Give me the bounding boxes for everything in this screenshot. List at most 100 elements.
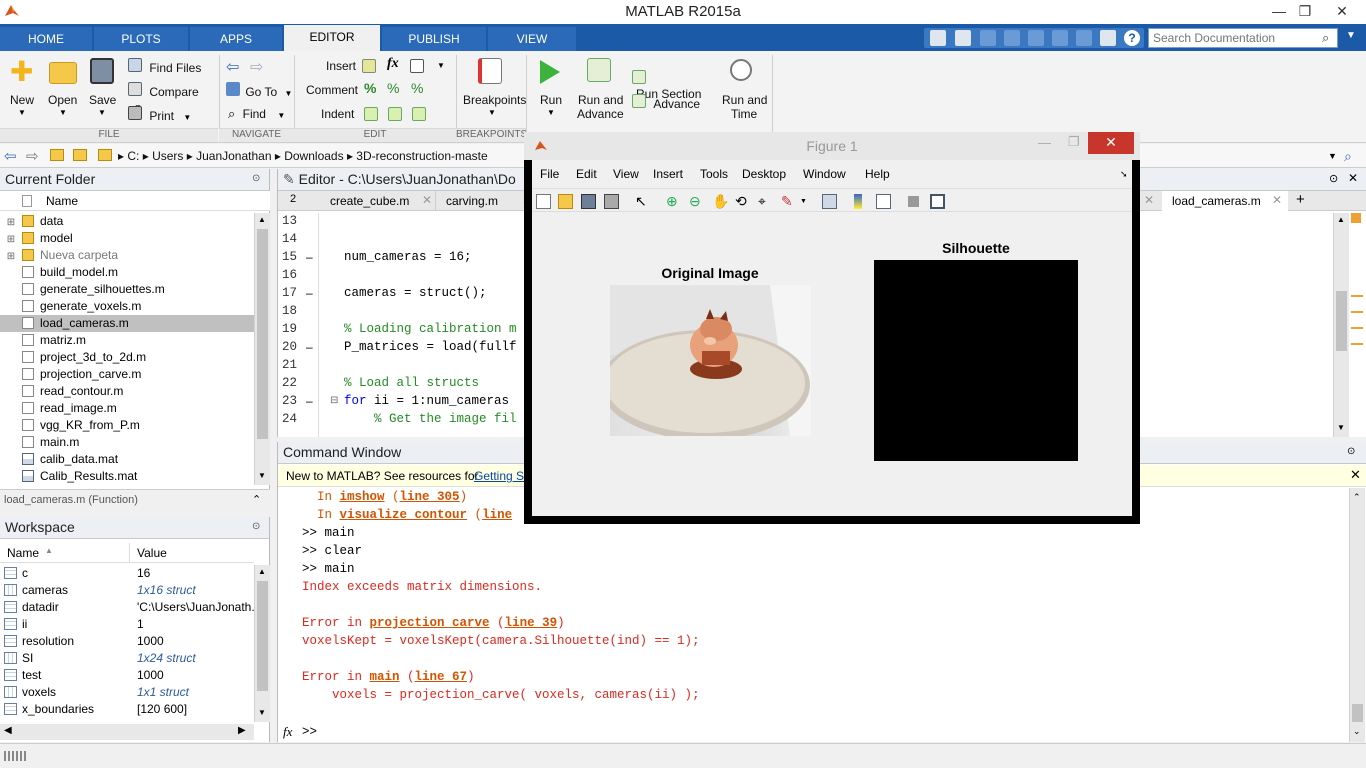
run-and-time-button[interactable]: Run and Time — [720, 56, 767, 122]
table-row[interactable]: ii 1 — [0, 616, 254, 633]
show-plot-tools-icon[interactable] — [930, 194, 945, 209]
breakpoint-dash[interactable]: – — [306, 394, 313, 408]
link-plot-icon[interactable] — [822, 194, 837, 209]
comment-percent-icon[interactable]: % — [364, 80, 376, 96]
expand-icon[interactable]: ⊞ — [0, 214, 22, 230]
panel-menu-icon[interactable]: ⊙ — [1329, 172, 1338, 185]
run-and-advance-button[interactable]: Run and Advance — [576, 56, 624, 122]
paste-icon[interactable] — [1028, 30, 1044, 46]
scroll-up-icon[interactable]: ▲ — [258, 567, 266, 576]
tab-publish[interactable]: PUBLISH — [382, 27, 486, 51]
new-tab-plus-icon[interactable]: + — [1296, 191, 1305, 208]
browse-folder-icon[interactable] — [73, 149, 87, 161]
code-analyzer-indicator[interactable] — [1351, 213, 1361, 223]
scroll-down-icon[interactable]: ▼ — [258, 708, 266, 717]
copy-icon[interactable] — [1004, 30, 1020, 46]
list-item[interactable]: ⊞ Nueva carpeta — [0, 247, 254, 264]
smart-indent-icon[interactable] — [364, 107, 378, 121]
scroll-left-icon[interactable]: ◀ — [4, 725, 12, 736]
menu-insert[interactable]: Insert — [653, 167, 683, 181]
back-icon[interactable]: ⇦ — [4, 147, 17, 165]
list-item[interactable]: ⊞ model — [0, 230, 254, 247]
tab-home[interactable]: HOME — [0, 27, 92, 51]
folder-scrollbar[interactable]: ▲ ▼ — [254, 213, 270, 485]
open-button[interactable]: Open ▼ — [46, 56, 80, 120]
panel-menu-icon[interactable]: ⊙ — [252, 173, 260, 184]
breakpoint-dash[interactable]: – — [306, 340, 313, 354]
list-item[interactable]: ⊞ data — [0, 213, 254, 230]
line-link[interactable]: line 67 — [415, 670, 468, 684]
colorbar-icon[interactable] — [854, 194, 862, 209]
hide-plot-tools-icon[interactable] — [908, 196, 919, 207]
maximize-button[interactable]: ❐ — [1288, 0, 1322, 24]
scroll-thumb[interactable] — [1336, 291, 1347, 351]
scroll-down-icon[interactable]: ⌄ — [1353, 726, 1361, 737]
fx-icon[interactable]: fx — [283, 724, 292, 740]
scroll-thumb[interactable] — [257, 229, 268, 439]
zoom-in-icon[interactable]: ⊕ — [666, 194, 681, 209]
list-item[interactable]: generate_silhouettes.m — [0, 281, 254, 298]
path-search-icon[interactable]: ⌕ — [1344, 148, 1352, 165]
new-button[interactable]: ✚ New ▼ — [6, 56, 38, 120]
ribbon-collapse-icon[interactable]: ▼ — [1346, 30, 1362, 46]
close-button[interactable]: ✕ — [1322, 0, 1362, 24]
tab-editor[interactable]: EDITOR — [284, 25, 380, 51]
tab-close-icon[interactable]: ✕ — [1144, 193, 1154, 207]
pan-icon[interactable]: ✋ — [712, 194, 729, 209]
scroll-thumb[interactable] — [1352, 704, 1363, 722]
switch-windows-icon[interactable] — [1100, 30, 1116, 46]
menu-tools[interactable]: Tools — [700, 167, 728, 181]
table-row[interactable]: c 16 — [0, 565, 254, 582]
zoom-out-icon[interactable]: ⊖ — [689, 194, 704, 209]
function-link[interactable]: main — [370, 670, 400, 684]
breadcrumb-downloads[interactable]: Downloads — [284, 149, 343, 163]
tab-close-icon[interactable]: ✕ — [422, 193, 432, 207]
save-quick-icon[interactable] — [930, 30, 946, 46]
scroll-thumb[interactable] — [257, 581, 268, 691]
legend-icon[interactable] — [876, 194, 891, 209]
find-button[interactable]: ⌕ Find ▼ — [228, 106, 290, 122]
function-link[interactable]: projection_carve — [370, 616, 490, 630]
list-item[interactable]: read_contour.m — [0, 383, 254, 400]
undo-icon[interactable] — [1052, 30, 1068, 46]
scroll-down-icon[interactable]: ▼ — [1337, 423, 1345, 432]
breadcrumb-user[interactable]: JuanJonathan — [196, 149, 271, 163]
open-file-icon[interactable] — [558, 194, 573, 209]
workspace-scrollbar[interactable]: ▲ ▼ — [254, 565, 270, 722]
command-prompt[interactable]: >> — [302, 725, 317, 739]
list-item[interactable]: load_cameras.m — [0, 315, 254, 332]
list-item[interactable]: calib_data.mat — [0, 451, 254, 468]
warning-marker[interactable] — [1351, 295, 1363, 297]
notice-close-icon[interactable]: ✕ — [1350, 467, 1361, 483]
panel-menu-icon[interactable]: ⊙ — [252, 521, 260, 532]
table-row[interactable]: datadir 'C:\Users\JuanJonath... — [0, 599, 254, 616]
scroll-up-icon[interactable]: ▲ — [258, 215, 266, 224]
chevron-down-icon[interactable]: ▼ — [800, 194, 808, 209]
figure-minimize-button[interactable]: — — [1038, 135, 1051, 150]
table-row[interactable]: x_boundaries [120 600] — [0, 701, 254, 718]
tab-plots[interactable]: PLOTS — [94, 27, 188, 51]
menu-help[interactable]: Help — [865, 167, 890, 181]
function-link[interactable]: imshow — [340, 490, 385, 504]
figure-maximize-button[interactable]: ❐ — [1068, 134, 1080, 150]
table-row[interactable]: test 1000 — [0, 667, 254, 684]
breadcrumb-users[interactable]: Users — [152, 149, 183, 163]
line-link[interactable]: line 39 — [505, 616, 558, 630]
wrap-comments-icon[interactable]: % — [411, 80, 423, 96]
run-button[interactable]: Run ▼ — [534, 56, 568, 120]
save-figure-icon[interactable] — [581, 194, 596, 209]
panel-close-icon[interactable]: ✕ — [1348, 171, 1358, 185]
figure-close-button[interactable]: ✕ — [1088, 132, 1134, 154]
command-scrollbar[interactable]: ⌃ ⌄ — [1349, 488, 1365, 742]
warning-marker[interactable] — [1351, 343, 1363, 345]
scroll-up-icon[interactable]: ▲ — [1337, 215, 1345, 224]
menu-view[interactable]: View — [613, 167, 639, 181]
forward-arrow-icon[interactable]: ⇨ — [250, 57, 263, 77]
go-to-button[interactable]: Go To ▼ — [226, 82, 294, 99]
tab-overflow-button[interactable]: 2 — [290, 193, 296, 205]
uncomment-icon[interactable]: % — [387, 80, 399, 96]
list-item[interactable]: Calib_Results.mat — [0, 468, 254, 485]
up-one-level-icon[interactable] — [50, 149, 64, 161]
fold-icon[interactable]: ⊟ — [330, 395, 338, 406]
increase-indent-icon[interactable] — [388, 107, 402, 121]
